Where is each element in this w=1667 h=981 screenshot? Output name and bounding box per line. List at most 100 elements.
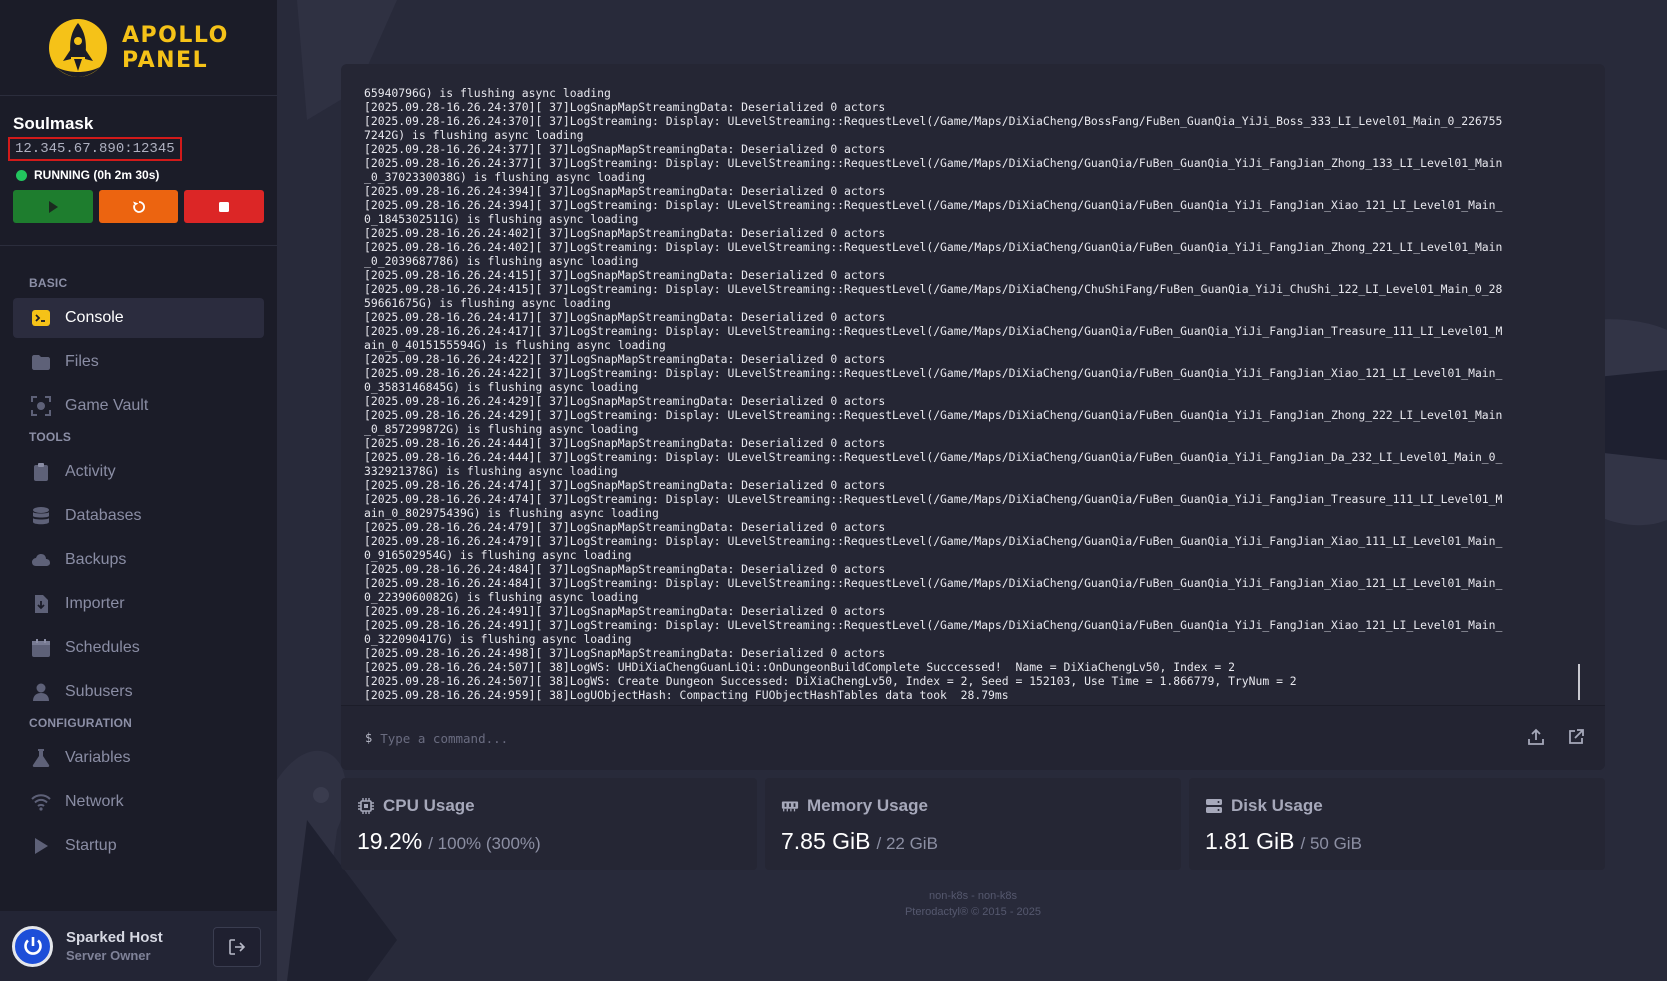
console-line: [2025.09.28-16.26.24:422][ 37]LogStreami… xyxy=(364,366,1503,380)
sidebar-item-label: Databases xyxy=(65,507,142,524)
sidebar-item-label: Activity xyxy=(65,463,116,480)
console-line: [2025.09.28-16.26.24:422][ 37]LogSnapMap… xyxy=(364,352,886,366)
console-line: [2025.09.28-16.26.24:491][ 37]LogStreami… xyxy=(364,618,1503,632)
console-line: [2025.09.28-16.26.24:370][ 37]LogStreami… xyxy=(364,114,1503,128)
console-line: [2025.09.28-16.26.24:444][ 37]LogStreami… xyxy=(364,450,1503,464)
power-controls xyxy=(13,190,265,223)
sidebar-item-label: Importer xyxy=(65,595,125,612)
user-info: Sparked Host Server Owner xyxy=(66,929,163,963)
footer-cluster: non-k8s - non-k8s xyxy=(928,890,1018,902)
stop-icon xyxy=(219,201,230,212)
brand[interactable]: APOLLO PANEL xyxy=(0,0,277,96)
console-line: 59661675G) is flushing async loading xyxy=(364,296,611,310)
rocket-logo-icon xyxy=(49,18,107,77)
sidebar-item-label: Backups xyxy=(65,551,127,568)
console-line: [2025.09.28-16.26.24:474][ 37]LogStreami… xyxy=(364,492,1503,506)
sidebar-item-importer[interactable]: Importer xyxy=(13,584,264,624)
sidebar-item-variables[interactable]: Variables xyxy=(13,738,264,778)
disk-usage-card: Disk Usage 1.81 GiB / 50 GiB xyxy=(1189,778,1605,870)
logout-icon xyxy=(229,939,246,955)
console-line: [2025.09.28-16.26.24:429][ 37]LogStreami… xyxy=(364,408,1503,422)
cpu-value: 19.2% xyxy=(357,828,423,854)
console-line: [2025.09.28-16.26.24:377][ 37]LogSnapMap… xyxy=(364,142,886,156)
console-line: [2025.09.28-16.26.24:402][ 37]LogStreami… xyxy=(364,240,1503,254)
sidebar-item-activity[interactable]: Activity xyxy=(13,452,264,492)
memory-value: 7.85 GiB xyxy=(781,828,871,854)
memory-usage-title: Memory Usage xyxy=(781,796,1165,816)
console-line: [2025.09.28-16.26.24:377][ 37]LogStreami… xyxy=(364,156,1503,170)
server-status: RUNNING (0h 2m 30s) xyxy=(13,168,264,182)
sidebar-item-databases[interactable]: Databases xyxy=(13,496,264,536)
sidebar-item-files[interactable]: Files xyxy=(13,342,264,382)
start-button[interactable] xyxy=(13,190,93,223)
console-line: [2025.09.28-16.26.24:484][ 37]LogSnapMap… xyxy=(364,562,886,576)
sidebar-item-subusers[interactable]: Subusers xyxy=(13,672,264,712)
nav-section-basic: BASIC xyxy=(29,276,68,290)
sidebar-item-game-vault[interactable]: Game Vault xyxy=(13,386,264,426)
console-line: [2025.09.28-16.26.24:959][ 38]LogUObject… xyxy=(364,688,1009,702)
sidebar-item-console[interactable]: Console xyxy=(13,298,264,338)
cpu-title-text: CPU Usage xyxy=(383,796,475,815)
cloud-icon xyxy=(31,550,51,570)
command-input[interactable] xyxy=(380,730,1381,746)
console-line: [2025.09.28-16.26.24:474][ 37]LogSnapMap… xyxy=(364,478,886,492)
cpu-usage-title: CPU Usage xyxy=(357,796,741,816)
console-actions xyxy=(1527,728,1585,746)
console-scrollbar[interactable] xyxy=(1578,664,1580,700)
console-output[interactable]: 65940796G) is flushing async loading [202… xyxy=(364,86,1579,703)
console-line: ain_0_4015155594G) is flushing async loa… xyxy=(364,338,666,352)
sidebar-item-backups[interactable]: Backups xyxy=(13,540,264,580)
console-line: [2025.09.28-16.26.24:491][ 37]LogSnapMap… xyxy=(364,604,886,618)
user-icon xyxy=(31,682,51,702)
sidebar-item-label: Subusers xyxy=(65,683,133,700)
console-line: [2025.09.28-16.26.24:507][ 38]LogWS: Cre… xyxy=(364,674,1297,688)
logout-button[interactable] xyxy=(213,927,261,967)
vault-icon xyxy=(31,396,51,416)
footer-copyright[interactable]: Pterodactyl® © 2015 - 2025 xyxy=(341,904,1605,920)
status-text: RUNNING (0h 2m 30s) xyxy=(34,168,160,182)
stop-button[interactable] xyxy=(184,190,265,223)
avatar[interactable] xyxy=(12,925,53,967)
external-link-icon[interactable] xyxy=(1567,728,1585,746)
disk-title-text: Disk Usage xyxy=(1231,796,1323,815)
sidebar-item-label: Schedules xyxy=(65,639,140,656)
console-line: _0_3702330038G) is flushing async loadin… xyxy=(364,170,646,184)
console-line: 0_916502954G) is flushing async loading xyxy=(364,548,632,562)
hard-drive-icon xyxy=(1206,799,1222,813)
console-line: [2025.09.28-16.26.24:415][ 37]LogSnapMap… xyxy=(364,268,886,282)
sidebar-item-network[interactable]: Network xyxy=(13,782,264,822)
sidebar-item-schedules[interactable]: Schedules xyxy=(13,628,264,668)
user-name: Sparked Host xyxy=(66,929,163,946)
console-line: 332921378G) is flushing async loading xyxy=(364,464,618,478)
console-line: [2025.09.28-16.26.24:479][ 37]LogStreami… xyxy=(364,534,1503,548)
disk-max: / 50 GiB xyxy=(1300,834,1362,853)
restart-icon xyxy=(132,200,145,213)
nav-section-tools: TOOLS xyxy=(29,430,72,444)
nav-section-configuration: CONFIGURATION xyxy=(29,716,133,730)
server-name: Soulmask xyxy=(13,114,94,133)
restart-button[interactable] xyxy=(98,190,179,223)
brand-line-1: APOLLO xyxy=(122,22,229,48)
terminal-icon xyxy=(31,308,51,328)
cpu-usage-value: 19.2% / 100% (300%) xyxy=(357,828,741,855)
console-line: [2025.09.28-16.26.24:498][ 37]LogSnapMap… xyxy=(364,646,886,660)
upload-icon[interactable] xyxy=(1527,728,1545,746)
status-dot-icon xyxy=(16,169,27,181)
sidebar-item-startup[interactable]: Startup xyxy=(13,826,264,866)
command-prompt: $ xyxy=(365,731,373,745)
database-icon xyxy=(31,506,51,526)
sidebar-item-label: Files xyxy=(65,353,99,370)
sidebar-item-label: Network xyxy=(65,793,124,810)
disk-usage-value: 1.81 GiB / 50 GiB xyxy=(1205,828,1589,855)
brand-name: APOLLO PANEL xyxy=(122,23,229,73)
memory-title-text: Memory Usage xyxy=(807,796,928,815)
sidebar-item-label: Startup xyxy=(65,837,117,854)
cpu-icon xyxy=(358,798,374,814)
clipboard-icon xyxy=(31,462,51,482)
file-import-icon xyxy=(31,594,51,614)
server-address[interactable]: 12.345.67.890:12345 xyxy=(8,137,182,161)
sidebar-item-label: Console xyxy=(65,309,124,326)
console-line: [2025.09.28-16.26.24:394][ 37]LogSnapMap… xyxy=(364,184,886,198)
brand-line-2: PANEL xyxy=(122,47,209,73)
command-bar: $ xyxy=(341,705,1605,770)
